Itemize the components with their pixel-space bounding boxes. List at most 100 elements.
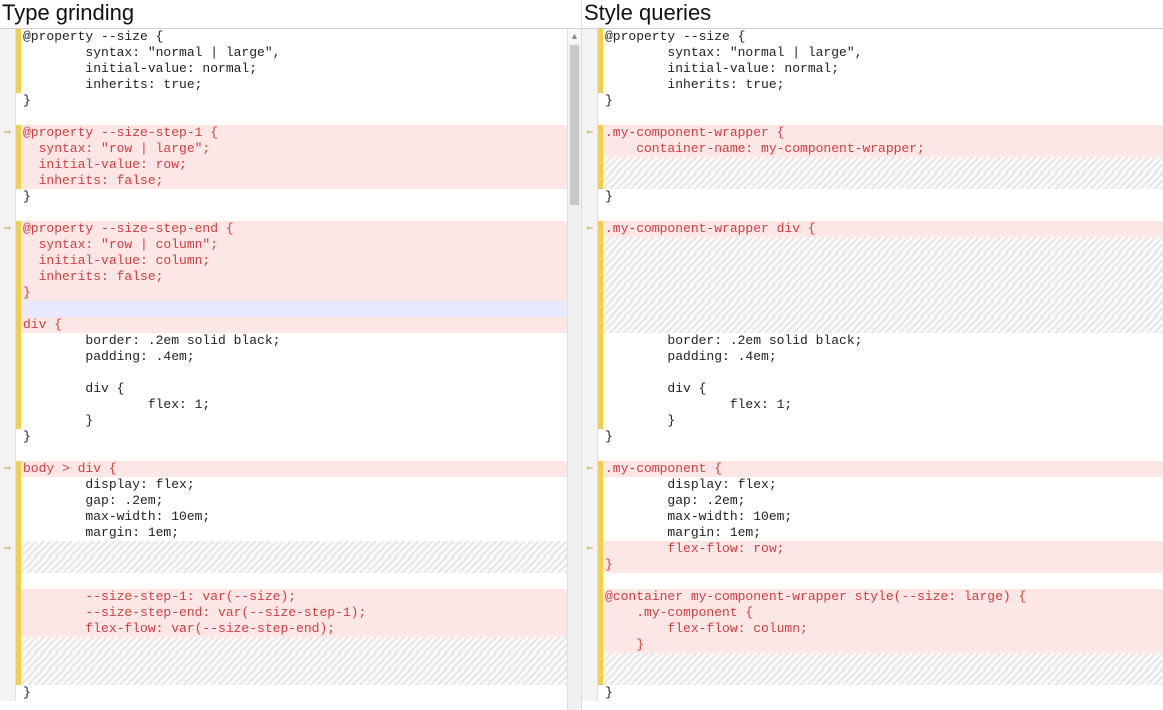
code-line[interactable]: inherits: true;: [582, 77, 1163, 93]
code-content[interactable]: [21, 109, 581, 125]
code-line[interactable]: ⇦.my-component-wrapper div {: [582, 221, 1163, 237]
code-line[interactable]: flex: 1;: [582, 397, 1163, 413]
code-line[interactable]: [0, 365, 581, 381]
gutter[interactable]: [0, 93, 16, 109]
code-line[interactable]: }: [582, 429, 1163, 445]
code-content[interactable]: [603, 205, 1163, 221]
code-content[interactable]: @property --size {: [21, 29, 581, 45]
code-content[interactable]: }: [21, 285, 581, 301]
gutter[interactable]: [582, 477, 598, 493]
code-content[interactable]: inherits: false;: [21, 173, 581, 189]
gutter[interactable]: [0, 45, 16, 61]
code-line[interactable]: max-width: 10em;: [0, 509, 581, 525]
code-content[interactable]: [603, 445, 1163, 461]
gutter[interactable]: [582, 253, 598, 269]
code-content[interactable]: div {: [603, 381, 1163, 397]
gutter[interactable]: [582, 29, 598, 45]
code-content[interactable]: [603, 253, 1163, 269]
gutter[interactable]: [0, 29, 16, 45]
left-scrollbar[interactable]: ▲: [567, 29, 581, 710]
code-content[interactable]: [21, 557, 581, 573]
code-line[interactable]: padding: .4em;: [0, 349, 581, 365]
code-line[interactable]: initial-value: column;: [0, 253, 581, 269]
code-content[interactable]: [21, 445, 581, 461]
code-content[interactable]: inherits: false;: [21, 269, 581, 285]
code-content[interactable]: --size-step-1: var(--size);: [21, 589, 581, 605]
code-line[interactable]: [582, 173, 1163, 189]
code-line[interactable]: div {: [582, 381, 1163, 397]
code-line[interactable]: @property --size {: [582, 29, 1163, 45]
gutter[interactable]: [0, 205, 16, 221]
code-content[interactable]: [21, 669, 581, 685]
code-content[interactable]: .my-component {: [603, 605, 1163, 621]
code-content[interactable]: [603, 157, 1163, 173]
code-content[interactable]: inherits: true;: [21, 77, 581, 93]
gutter[interactable]: ⇦: [582, 541, 598, 557]
code-line[interactable]: flex-flow: var(--size-step-end);: [0, 621, 581, 637]
code-content[interactable]: [603, 365, 1163, 381]
code-line[interactable]: [0, 205, 581, 221]
code-content[interactable]: }: [21, 189, 581, 205]
code-line[interactable]: }: [0, 413, 581, 429]
code-content[interactable]: max-width: 10em;: [603, 509, 1163, 525]
code-content[interactable]: .my-component-wrapper {: [603, 125, 1163, 141]
right-code[interactable]: @property --size { syntax: "normal | lar…: [582, 29, 1163, 701]
code-line[interactable]: }: [582, 189, 1163, 205]
code-line[interactable]: }: [582, 557, 1163, 573]
gutter[interactable]: [582, 173, 598, 189]
code-line[interactable]: }: [0, 429, 581, 445]
code-content[interactable]: [603, 573, 1163, 589]
gutter[interactable]: [0, 253, 16, 269]
gutter[interactable]: [0, 349, 16, 365]
gutter[interactable]: [582, 397, 598, 413]
scroll-up-icon[interactable]: ▲: [568, 29, 581, 43]
code-content[interactable]: initial-value: row;: [21, 157, 581, 173]
code-line[interactable]: syntax: "row | large";: [0, 141, 581, 157]
gutter[interactable]: [0, 573, 16, 589]
code-content[interactable]: gap: .2em;: [603, 493, 1163, 509]
code-line[interactable]: border: .2em solid black;: [582, 333, 1163, 349]
code-content[interactable]: gap: .2em;: [21, 493, 581, 509]
gutter[interactable]: [0, 653, 16, 669]
code-content[interactable]: syntax: "row | column";: [21, 237, 581, 253]
code-line[interactable]: }: [582, 685, 1163, 701]
code-content[interactable]: display: flex;: [21, 477, 581, 493]
gutter[interactable]: [582, 685, 598, 701]
gutter[interactable]: [582, 525, 598, 541]
code-content[interactable]: display: flex;: [603, 477, 1163, 493]
gutter[interactable]: [582, 653, 598, 669]
code-line[interactable]: ⇨body > div {: [0, 461, 581, 477]
code-content[interactable]: div {: [21, 381, 581, 397]
code-content[interactable]: margin: 1em;: [603, 525, 1163, 541]
gutter[interactable]: [0, 285, 16, 301]
code-line[interactable]: syntax: "normal | large",: [0, 45, 581, 61]
code-line[interactable]: syntax: "normal | large",: [582, 45, 1163, 61]
code-content[interactable]: initial-value: column;: [21, 253, 581, 269]
code-line[interactable]: @container my-component-wrapper style(--…: [582, 589, 1163, 605]
code-line[interactable]: [582, 445, 1163, 461]
code-content[interactable]: }: [21, 429, 581, 445]
gutter[interactable]: [582, 445, 598, 461]
gutter[interactable]: [0, 477, 16, 493]
gutter[interactable]: ⇦: [582, 221, 598, 237]
gutter[interactable]: [582, 285, 598, 301]
gutter[interactable]: [582, 301, 598, 317]
gutter[interactable]: [0, 301, 16, 317]
code-line[interactable]: }: [0, 189, 581, 205]
code-content[interactable]: [603, 653, 1163, 669]
code-content[interactable]: inherits: true;: [603, 77, 1163, 93]
code-line[interactable]: ⇨@property --size-step-end {: [0, 221, 581, 237]
code-content[interactable]: .my-component {: [603, 461, 1163, 477]
code-content[interactable]: flex-flow: row;: [603, 541, 1163, 557]
gutter[interactable]: [0, 365, 16, 381]
gutter[interactable]: [582, 365, 598, 381]
code-line[interactable]: ⇨: [0, 541, 581, 557]
gutter[interactable]: ⇨: [0, 221, 16, 237]
gutter[interactable]: [582, 77, 598, 93]
code-content[interactable]: initial-value: normal;: [21, 61, 581, 77]
code-line[interactable]: gap: .2em;: [582, 493, 1163, 509]
code-line[interactable]: [0, 301, 581, 317]
code-content[interactable]: max-width: 10em;: [21, 509, 581, 525]
code-line[interactable]: max-width: 10em;: [582, 509, 1163, 525]
code-content[interactable]: border: .2em solid black;: [21, 333, 581, 349]
